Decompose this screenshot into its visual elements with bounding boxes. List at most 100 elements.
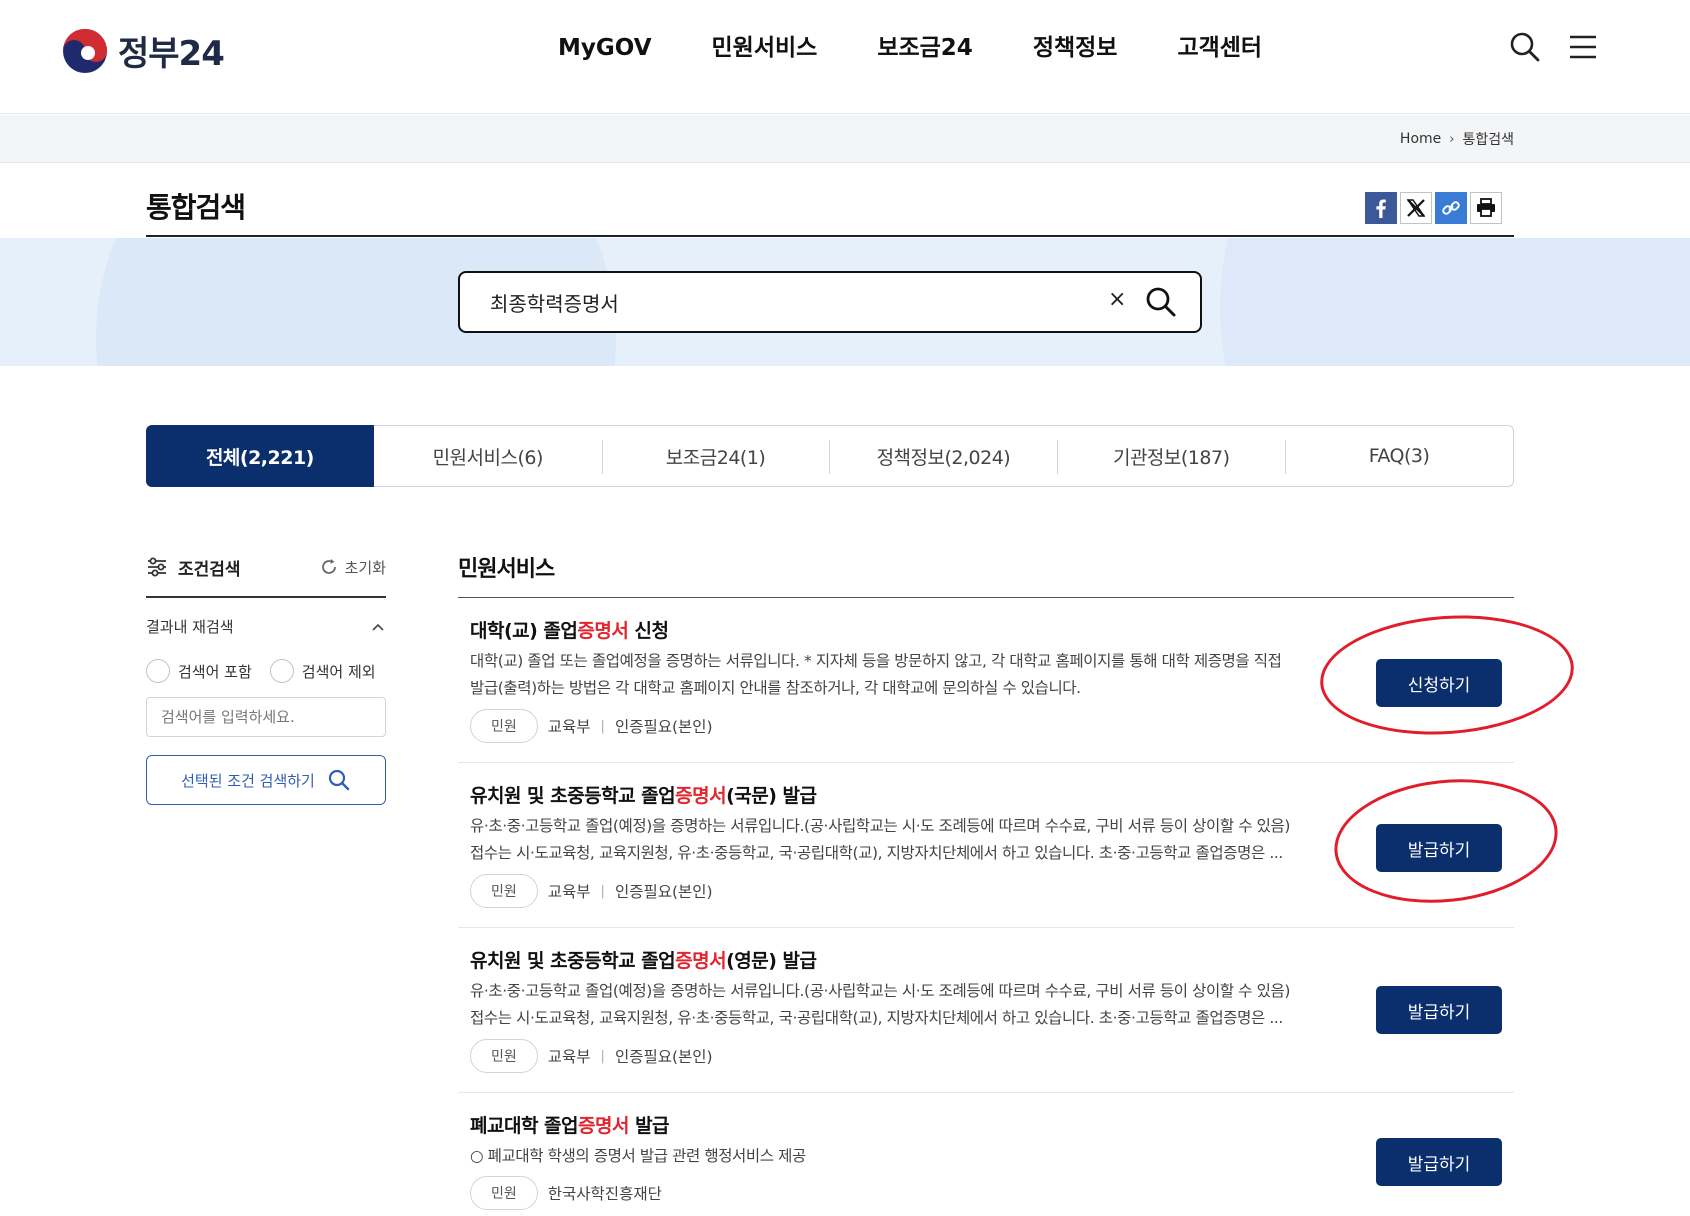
logo-text: 정부24: [118, 34, 225, 74]
share-toolbar: [1365, 192, 1502, 224]
main-nav: MyGOV 민원서비스 보조금24 정책정보 고객센터: [528, 30, 1292, 66]
filter-divider: [146, 596, 386, 598]
filter-title: 조건검색: [178, 559, 241, 580]
banner-decoration: [1220, 238, 1690, 366]
hamburger-menu-icon[interactable]: [1566, 30, 1600, 64]
nav-policy-info[interactable]: 정책정보: [1003, 30, 1148, 66]
nav-civil-service[interactable]: 민원서비스: [682, 30, 848, 66]
category-badge: 민원: [470, 709, 538, 743]
search-icon: [328, 769, 350, 791]
research-label: 결과내 재검색: [146, 618, 234, 636]
result-description: ○ 폐교대학 학생의 증명서 발급 관련 행정서비스 제공: [470, 1143, 1370, 1170]
reset-button[interactable]: 초기화: [319, 557, 386, 578]
issue-button[interactable]: 발급하기: [1376, 986, 1502, 1034]
result-item: 대학(교) 졸업증명서 신청 대학(교) 졸업 또는 졸업예정을 증명하는 서류…: [458, 598, 1514, 763]
link-icon: [1442, 201, 1460, 215]
tab-subsidy24[interactable]: 보조금24(1): [601, 426, 830, 486]
radio-exclude-keyword[interactable]: 검색어 제외: [269, 659, 376, 683]
result-description: 대학(교) 졸업 또는 졸업예정을 증명하는 서류입니다. * 지자체 등을 방…: [470, 648, 1370, 702]
tab-civil-service[interactable]: 민원서비스(6): [374, 426, 602, 486]
clear-icon[interactable]: ×: [1108, 287, 1126, 312]
issue-button[interactable]: 발급하기: [1376, 824, 1502, 872]
result-meta: 민원 교육부 | 인증필요(본인): [470, 874, 713, 908]
description-line: 발급(출력)하는 방법은 각 대학교 홈페이지 안내를 참조하거나, 각 대학교…: [470, 679, 1081, 697]
site-logo[interactable]: 정부24: [62, 26, 225, 75]
search-input[interactable]: [490, 290, 1090, 314]
search-icon[interactable]: [1144, 285, 1178, 319]
title-text: 발급: [628, 1115, 670, 1137]
description-line: 접수는 시·도교육청, 교육지원청, 유·초·중등학교, 국·공립대학(교), …: [470, 1009, 1283, 1027]
filter-title-group: 조건검색: [146, 555, 241, 580]
result-description: 유·초·중·고등학교 졸업(예정)을 증명하는 서류입니다.(공·사립학교는 시…: [470, 813, 1370, 867]
radio-include-keyword[interactable]: 검색어 포함: [146, 659, 252, 683]
tab-policy-info[interactable]: 정책정보(2,024): [829, 426, 1057, 486]
breadcrumb: Home › 통합검색: [1400, 129, 1514, 149]
result-description: 유·초·중·고등학교 졸업(예정)을 증명하는 서류입니다.(공·사립학교는 시…: [470, 978, 1370, 1032]
result-item: 폐교대학 졸업증명서 발급 ○ 폐교대학 학생의 증명서 발급 관련 행정서비스…: [458, 1093, 1514, 1216]
agency-name: 교육부: [547, 883, 591, 901]
issue-button[interactable]: 발급하기: [1376, 1138, 1502, 1186]
title-text: (국문) 발급: [726, 785, 817, 807]
agency-name: 한국사학진흥재단: [547, 1185, 662, 1203]
title-text: 유치원 및 초중등학교 졸업: [470, 950, 676, 972]
meta-separator: |: [600, 1048, 605, 1064]
result-title[interactable]: 대학(교) 졸업증명서 신청: [470, 616, 669, 643]
tab-all[interactable]: 전체(2,221): [146, 425, 374, 487]
description-line: 유·초·중·고등학교 졸업(예정)을 증명하는 서류입니다.(공·사립학교는 시…: [470, 982, 1290, 1000]
apply-button[interactable]: 신청하기: [1376, 659, 1502, 707]
description-line: 유·초·중·고등학교 졸업(예정)을 증명하는 서류입니다.(공·사립학교는 시…: [470, 817, 1290, 835]
auth-requirement: 인증필요(본인): [614, 1048, 713, 1066]
title-divider: [146, 235, 1514, 237]
result-meta: 민원 교육부 | 인증필요(본인): [470, 1039, 713, 1073]
filter-sliders-icon: [148, 557, 166, 577]
nav-mygov[interactable]: MyGOV: [528, 30, 682, 66]
nav-customer-center[interactable]: 고객센터: [1147, 30, 1292, 66]
nav-subsidy24[interactable]: 보조금24: [847, 30, 1003, 66]
title-text: (영문) 발급: [726, 950, 817, 972]
breadcrumb-home[interactable]: Home: [1400, 131, 1441, 147]
print-icon: [1477, 198, 1495, 217]
description-line: 접수는 시·도교육청, 교육지원청, 유·초·중등학교, 국·공립대학(교), …: [470, 844, 1283, 862]
page-title: 통합검색: [146, 191, 246, 224]
tab-faq[interactable]: FAQ(3): [1285, 426, 1513, 486]
agency-name: 교육부: [547, 718, 591, 736]
meta-separator: |: [600, 718, 605, 734]
filter-header: 조건검색 초기화: [146, 552, 386, 582]
radio-include-label: 검색어 포함: [178, 662, 252, 681]
description-line: ○ 폐교대학 학생의 증명서 발급 관련 행정서비스 제공: [470, 1147, 806, 1165]
x-share-button[interactable]: [1400, 192, 1432, 224]
result-title[interactable]: 유치원 및 초중등학교 졸업증명서(국문) 발급: [470, 781, 817, 808]
chevron-up-icon: [372, 623, 384, 631]
search-icon[interactable]: [1508, 30, 1542, 64]
research-input[interactable]: [146, 697, 386, 737]
print-button[interactable]: [1470, 192, 1502, 224]
tab-agency-info[interactable]: 기관정보(187): [1057, 426, 1285, 486]
refresh-icon: [321, 559, 336, 574]
result-title[interactable]: 유치원 및 초중등학교 졸업증명서(영문) 발급: [470, 946, 817, 973]
description-line: 대학(교) 졸업 또는 졸업예정을 증명하는 서류입니다. * 지자체 등을 방…: [470, 652, 1282, 670]
facebook-share-button[interactable]: [1365, 192, 1397, 224]
auth-requirement: 인증필요(본인): [614, 718, 713, 736]
title-text: 폐교대학 졸업: [470, 1115, 579, 1137]
breadcrumb-current: 통합검색: [1462, 132, 1514, 148]
result-meta: 민원 한국사학진흥재단: [470, 1176, 662, 1210]
section-title: 민원서비스: [458, 557, 555, 582]
result-item: 유치원 및 초중등학교 졸업증명서(영문) 발급 유·초·중·고등학교 졸업(예…: [458, 928, 1514, 1093]
filter-sidebar: 조건검색 초기화 결과내 재검색 검색어 포함 검색어 제외 선택된 조건 검색…: [146, 552, 386, 805]
result-title[interactable]: 폐교대학 졸업증명서 발급: [470, 1111, 670, 1138]
title-text: 신청: [628, 620, 669, 642]
agency-name: 교육부: [547, 1048, 591, 1066]
category-badge: 민원: [470, 1176, 538, 1210]
radio-exclude-label: 검색어 제외: [301, 662, 376, 681]
search-with-conditions-button[interactable]: 선택된 조건 검색하기: [146, 755, 386, 805]
meta-separator: |: [600, 883, 605, 899]
copy-link-button[interactable]: [1435, 192, 1467, 224]
radio-circle: [269, 659, 294, 683]
category-badge: 민원: [470, 1039, 538, 1073]
x-logo-icon: [1406, 199, 1426, 217]
research-toggle[interactable]: 결과내 재검색: [146, 616, 386, 637]
category-badge: 민원: [470, 874, 538, 908]
title-text: 대학(교) 졸업: [470, 620, 578, 642]
research-options: 검색어 포함 검색어 제외: [146, 659, 386, 683]
facebook-icon: [1376, 199, 1386, 218]
